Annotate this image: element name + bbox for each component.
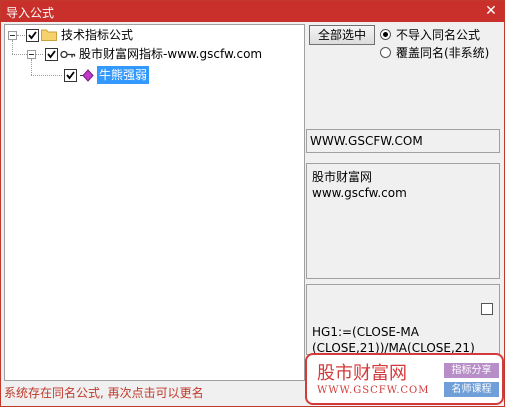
tree-connector [17, 35, 25, 36]
tree-collapse-icon[interactable] [8, 31, 17, 40]
watermark-site-name: 股市财富网 [317, 363, 407, 384]
window-title: 导入公式 [6, 6, 55, 20]
checkbox-group[interactable] [45, 48, 58, 61]
watermark: 股市财富网 WWW.GSCFW.COM 指标分享 名师课程 [305, 353, 504, 405]
tree-connector [12, 54, 27, 55]
tree-connector [31, 59, 32, 75]
url-field: WWW.GSCFW.COM [306, 129, 500, 153]
checkbox-item[interactable] [64, 69, 77, 82]
radio-skip-duplicates-label[interactable]: 不导入同名公式 [396, 26, 480, 43]
tree-connector [12, 40, 13, 54]
radio-overwrite-label[interactable]: 覆盖同名(非系统) [396, 44, 489, 61]
tree-item-label[interactable]: 牛熊强弱 [97, 66, 150, 84]
watermark-site-url: WWW.GSCFW.COM [317, 385, 430, 396]
tree-group-label[interactable]: 股市财富网指标-www.gscfw.com [79, 45, 262, 63]
radio-skip-duplicates[interactable] [380, 29, 391, 40]
description-panel: 股市财富网 www.gscfw.com [306, 163, 500, 279]
formula-tree[interactable]: 技术指标公式 股市财富网指标-www.gscfw.com 牛熊强弱 [4, 24, 305, 381]
watermark-badge-1: 指标分享 [444, 363, 499, 378]
close-icon[interactable]: ✕ [482, 2, 500, 20]
formula-icon [80, 69, 94, 82]
code-panel: HG1:=(CLOSE-MA (CLOSE,21))/MA(CLOSE,21) [306, 284, 500, 355]
checkbox-check-icon [28, 31, 37, 40]
tree-connector [36, 54, 43, 55]
checkbox-root[interactable] [26, 29, 39, 42]
checkbox-check-icon [47, 50, 56, 59]
watermark-badge-2: 名师课程 [444, 382, 499, 397]
tree-root-label[interactable]: 技术指标公式 [61, 26, 133, 44]
checkbox-check-icon [66, 71, 75, 80]
panel-checkbox[interactable] [481, 303, 493, 315]
folder-icon [41, 29, 57, 41]
radio-overwrite[interactable] [380, 47, 391, 58]
import-formula-dialog: 导入公式 ✕ 技术指标公式 股市财富网指标-www.gscfw.com 牛熊强弱… [0, 0, 505, 407]
tree-connector [31, 75, 62, 76]
description-line-2: www.gscfw.com [312, 186, 407, 200]
description-line-1: 股市财富网 [312, 170, 373, 184]
title-bar: 导入公式 ✕ [1, 1, 504, 22]
url-text: WWW.GSCFW.COM [310, 134, 423, 148]
status-message: 系统存在同名公式, 再次点击可以更名 [4, 386, 204, 400]
key-icon [60, 50, 76, 59]
select-all-button[interactable]: 全部选中 [309, 25, 375, 45]
code-line-1: HG1:=(CLOSE-MA [312, 325, 419, 339]
tree-collapse-icon[interactable] [27, 50, 36, 59]
